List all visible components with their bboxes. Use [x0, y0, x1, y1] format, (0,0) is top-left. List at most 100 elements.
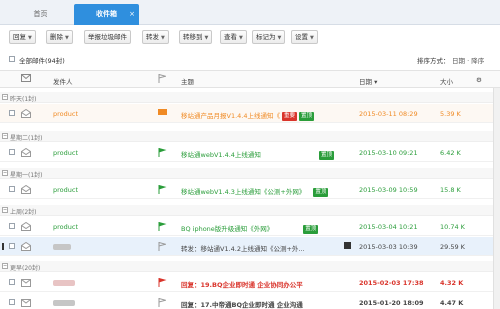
chevron-down-icon: ▼	[239, 35, 243, 41]
row-checkbox[interactable]	[9, 223, 15, 229]
envelope-open-icon	[21, 241, 31, 253]
attachment-icon	[344, 242, 351, 249]
flag-icon[interactable]	[158, 109, 167, 119]
table-row[interactable]: product 移站通webV1.4.4上线通知 置顶 2015-03-10 09…	[0, 143, 500, 162]
move-to-label: 转移到	[183, 33, 203, 41]
group-header[interactable]: − 星期一(1封)	[0, 168, 500, 179]
row-subject-text: BQ iphone版升级通知《外网》	[181, 225, 274, 233]
tag-important: 重要	[282, 111, 298, 121]
row-checkbox[interactable]	[9, 186, 15, 192]
row-checkbox[interactable]	[9, 149, 15, 155]
delete-label: 删除	[50, 33, 63, 41]
tab-bar: 首页 收件箱 ×	[0, 0, 500, 25]
tab-inbox-label: 收件箱	[96, 10, 117, 18]
row-subject-text: 移站通产品月报V1.4.4上线通知《	[181, 112, 280, 120]
group-header[interactable]: − 上周(2封)	[0, 205, 500, 216]
settings-label: 设置	[295, 33, 308, 41]
redacted-sender	[53, 244, 71, 250]
row-date: 2015-03-09 10:59	[359, 186, 418, 194]
envelope-icon	[21, 74, 31, 84]
chevron-down-icon: ▼	[310, 35, 314, 41]
select-all-checkbox[interactable]	[9, 56, 15, 62]
reply-button[interactable]: 回复 ▼	[9, 30, 36, 44]
column-subject[interactable]: 主题	[181, 76, 194, 86]
table-row[interactable]: product 移站通webV1.4.3上线通知《公测+外网》 置顶 2015-0…	[0, 180, 500, 199]
column-date[interactable]: 日期 ▾	[359, 76, 377, 86]
group-header[interactable]: − 星期二(1封)	[0, 131, 500, 142]
select-all-label: 全部邮件(94封)	[19, 57, 65, 65]
tab-home[interactable]: 首页	[18, 4, 63, 25]
table-row[interactable]: 回复：19.BQ企业即时通 企业协同办公平 2015-02-03 17:38 4…	[0, 273, 500, 292]
vertical-scrollbar[interactable]	[493, 88, 500, 309]
row-sender	[53, 243, 71, 251]
flag-icon[interactable]	[158, 297, 168, 309]
row-date: 2015-03-11 08:29	[359, 110, 418, 118]
flag-icon[interactable]	[158, 241, 168, 253]
forward-button[interactable]: 转发 ▼	[142, 30, 169, 44]
table-row[interactable]: 回复：17.中帝通BQ企业即时通 企业沟通 2015-01-20 18:09 4…	[0, 293, 500, 309]
flag-icon[interactable]	[158, 148, 167, 159]
row-size: 5.39 K	[440, 110, 461, 118]
tag-pinned: 置顶	[299, 111, 315, 121]
row-date: 2015-03-10 09:21	[359, 149, 418, 157]
view-button[interactable]: 查看 ▼	[220, 30, 247, 44]
chevron-down-icon: ▼	[204, 35, 209, 41]
row-sender: product	[53, 149, 79, 157]
row-sender	[53, 279, 75, 287]
column-date-label: 日期	[359, 78, 372, 86]
group-label: 昨天(1封)	[10, 96, 37, 103]
column-size[interactable]: 大小	[440, 76, 453, 86]
row-date: 2015-03-03 10:39	[359, 243, 418, 251]
envelope-open-icon	[21, 108, 31, 120]
row-subject: 移站通webV1.4.4上线通知 置顶	[181, 149, 334, 160]
row-date: 2015-01-20 18:09	[359, 299, 424, 307]
mark-as-button[interactable]: 标记为 ▼	[252, 30, 286, 44]
column-sender[interactable]: 发件人	[53, 76, 73, 86]
tag-pinned: 置顶	[318, 150, 334, 160]
close-icon[interactable]: ×	[129, 4, 135, 24]
collapse-icon[interactable]: −	[2, 133, 8, 139]
row-checkbox[interactable]	[9, 110, 15, 116]
chevron-down-icon: ▼	[161, 35, 165, 41]
sort-dropdown[interactable]: 日期 · 降序	[452, 55, 484, 65]
row-date: 2015-02-03 17:38	[359, 279, 424, 287]
table-row[interactable]: product BQ iphone版升级通知《外网》 置顶 2015-03-04 …	[0, 217, 500, 236]
chevron-down-icon: ▾	[374, 78, 378, 86]
toolbar: 回复 ▼ 删除 ▼ 举报垃圾邮件 转发 ▼ 转移到 ▼ 查看 ▼ 标记为 ▼ 设置 ▼	[0, 30, 500, 46]
flag-icon[interactable]	[158, 185, 167, 196]
redacted-sender	[53, 280, 75, 286]
report-junk-button[interactable]: 举报垃圾邮件	[84, 30, 131, 44]
row-sender: product	[53, 110, 79, 118]
group-header[interactable]: − 更早(20封)	[0, 261, 500, 272]
collapse-icon[interactable]: −	[2, 207, 8, 213]
row-size: 29.59 K	[440, 243, 465, 251]
chevron-down-icon: ▼	[65, 35, 69, 41]
move-to-button[interactable]: 转移到 ▼	[179, 30, 213, 44]
sort-label: 排序方式：	[417, 57, 450, 65]
row-checkbox[interactable]	[9, 279, 15, 285]
envelope-open-icon	[21, 147, 31, 159]
drag-handle[interactable]	[2, 243, 4, 250]
table-row[interactable]: product 移站通产品月报V1.4.4上线通知《 重要 置顶 2015-03-1…	[0, 104, 500, 123]
row-checkbox[interactable]	[9, 243, 15, 249]
collapse-icon[interactable]: −	[2, 263, 8, 269]
delete-button[interactable]: 删除 ▼	[46, 30, 73, 44]
flag-icon[interactable]	[158, 222, 167, 233]
table-row[interactable]: 转发：移站通V1.4.2上线通知《公测+外... 2015-03-03 10:3…	[0, 237, 500, 256]
group-label: 更早(20封)	[10, 265, 41, 272]
column-settings-icon[interactable]: ⚙	[476, 76, 482, 84]
collapse-icon[interactable]: −	[2, 170, 8, 176]
group-header[interactable]: − 昨天(1封)	[0, 92, 500, 103]
chevron-down-icon: ▼	[277, 35, 282, 41]
row-checkbox[interactable]	[9, 299, 15, 305]
reply-label: 回复	[13, 33, 26, 41]
tag-pinned: 置顶	[303, 224, 319, 234]
view-label: 查看	[224, 33, 237, 41]
tag-pinned: 置顶	[313, 187, 329, 197]
settings-button[interactable]: 设置 ▼	[291, 30, 318, 44]
tab-inbox[interactable]: 收件箱 ×	[74, 4, 139, 25]
row-date: 2015-03-04 10:21	[359, 223, 418, 231]
flag-icon[interactable]	[158, 278, 167, 289]
flag-icon	[158, 73, 168, 85]
collapse-icon[interactable]: −	[2, 94, 8, 100]
